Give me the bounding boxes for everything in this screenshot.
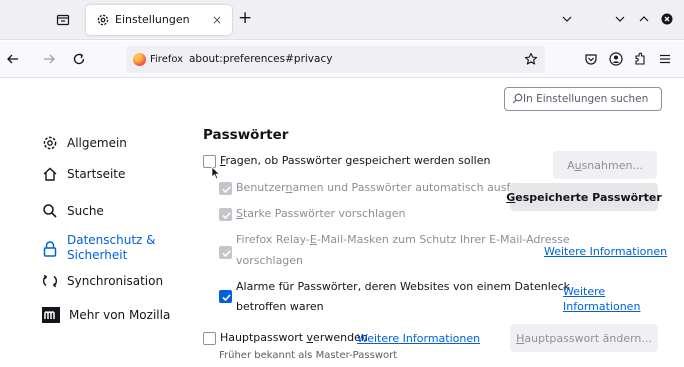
primary-password-label[interactable]: Hauptpasswort verwenden <box>220 328 368 348</box>
reload-icon[interactable] <box>71 51 87 67</box>
forward-arrow-icon[interactable] <box>41 51 57 67</box>
mozilla-logo-icon <box>42 307 60 323</box>
maximize-icon[interactable] <box>637 12 651 26</box>
list-all-tabs-icon[interactable] <box>56 13 70 27</box>
new-tab-icon[interactable]: + <box>238 10 252 27</box>
relay-masks-checkbox[interactable] <box>219 246 232 259</box>
extensions-icon[interactable] <box>632 51 648 67</box>
back-arrow-icon[interactable] <box>5 51 21 67</box>
hamburger-menu-icon[interactable] <box>657 51 673 67</box>
saved-logins-button[interactable]: Gespeicherte Passwörter <box>506 183 662 211</box>
tab-overflow-chevron-icon[interactable] <box>560 12 574 26</box>
suggest-strong-passwords-checkbox[interactable] <box>219 208 232 221</box>
change-primary-password-button[interactable]: Hauptpasswort ändern... <box>510 324 658 352</box>
relay-masks-label: Firefox Relay-E-Mail-Masken zum Schutz I… <box>236 233 570 246</box>
identity-box[interactable]: Firefox <box>133 52 183 67</box>
gear-icon <box>96 13 110 27</box>
sidebar-item-label: Mehr von Mozilla <box>69 307 171 322</box>
tab-title: Einstellungen <box>115 13 190 26</box>
learn-more-relay-link[interactable]: Weitere Informationen <box>544 243 667 260</box>
sidebar-item-label: Datenschutz & Sicherheit <box>67 233 156 262</box>
learn-more-breach-link-line2[interactable]: Informationen <box>563 298 640 315</box>
sidebar-item-label: Allgemein <box>67 135 127 150</box>
sidebar-item-label: Suche <box>67 203 104 218</box>
sidebar-item-search[interactable]: Suche <box>42 203 104 219</box>
close-tab-icon[interactable]: × <box>212 13 222 27</box>
minimize-icon[interactable] <box>613 12 627 26</box>
bookmark-star-icon[interactable] <box>524 52 538 66</box>
sidebar-item-privacy[interactable]: Datenschutz & Sicherheit <box>42 233 157 263</box>
gear-icon <box>43 136 57 150</box>
account-icon[interactable] <box>608 51 624 67</box>
ask-save-passwords-label[interactable]: Fragen, ob Passwörter gespeichert werden… <box>220 151 490 171</box>
mouse-cursor-icon <box>211 166 221 180</box>
sidebar-item-label: Startseite <box>67 166 126 181</box>
search-icon <box>512 93 523 104</box>
tab-strip: Einstellungen × + <box>0 0 684 40</box>
home-icon <box>43 167 57 181</box>
section-title-passwords: Passwörter <box>203 127 289 143</box>
exceptions-button[interactable]: Au snahmen... <box>553 151 657 179</box>
primary-password-note: Früher bekannt als Master-Passwort <box>219 350 398 361</box>
sidebar-item-home[interactable]: Startseite <box>42 166 125 182</box>
relay-masks-label-line2: vorschlagen <box>236 254 304 267</box>
sync-icon <box>42 274 58 288</box>
firefox-logo-icon <box>133 53 146 66</box>
pocket-icon[interactable] <box>583 51 599 67</box>
breach-alerts-label[interactable]: Alarme für Passwörter, deren Websites vo… <box>236 277 570 297</box>
sidebar-item-general[interactable]: Allgemein <box>42 135 127 151</box>
search-icon <box>43 204 57 218</box>
settings-search-input[interactable] <box>523 90 659 108</box>
navigation-toolbar: Firefox about:preferences#privacy <box>0 41 684 78</box>
lock-icon <box>43 241 57 257</box>
sidebar-item-label: Synchronisation <box>67 273 164 288</box>
identity-label: Firefox <box>150 54 184 65</box>
tab-settings[interactable]: Einstellungen × <box>86 5 232 35</box>
primary-password-checkbox[interactable] <box>203 332 216 345</box>
settings-search-box[interactable] <box>504 87 662 111</box>
close-window-icon[interactable] <box>660 12 674 26</box>
autofill-logins-label: Benutzernamen und Passwörter automatisch… <box>236 181 538 194</box>
learn-more-primary-password-link[interactable]: Weitere Informationen <box>357 330 480 347</box>
url-bar[interactable]: Firefox about:preferences#privacy <box>126 46 545 73</box>
sidebar-item-sync[interactable]: Synchronisation <box>42 273 163 289</box>
breach-alerts-checkbox[interactable] <box>219 290 232 303</box>
autofill-logins-checkbox[interactable] <box>219 182 232 195</box>
url-text[interactable]: about:preferences#privacy <box>189 53 332 65</box>
sidebar-item-more-from-mozilla[interactable]: Mehr von Mozilla <box>42 307 170 323</box>
suggest-strong-passwords-label: Starke Passwörter vorschlagen <box>236 207 406 220</box>
breach-alerts-label-line2[interactable]: betroffen waren <box>236 297 324 317</box>
